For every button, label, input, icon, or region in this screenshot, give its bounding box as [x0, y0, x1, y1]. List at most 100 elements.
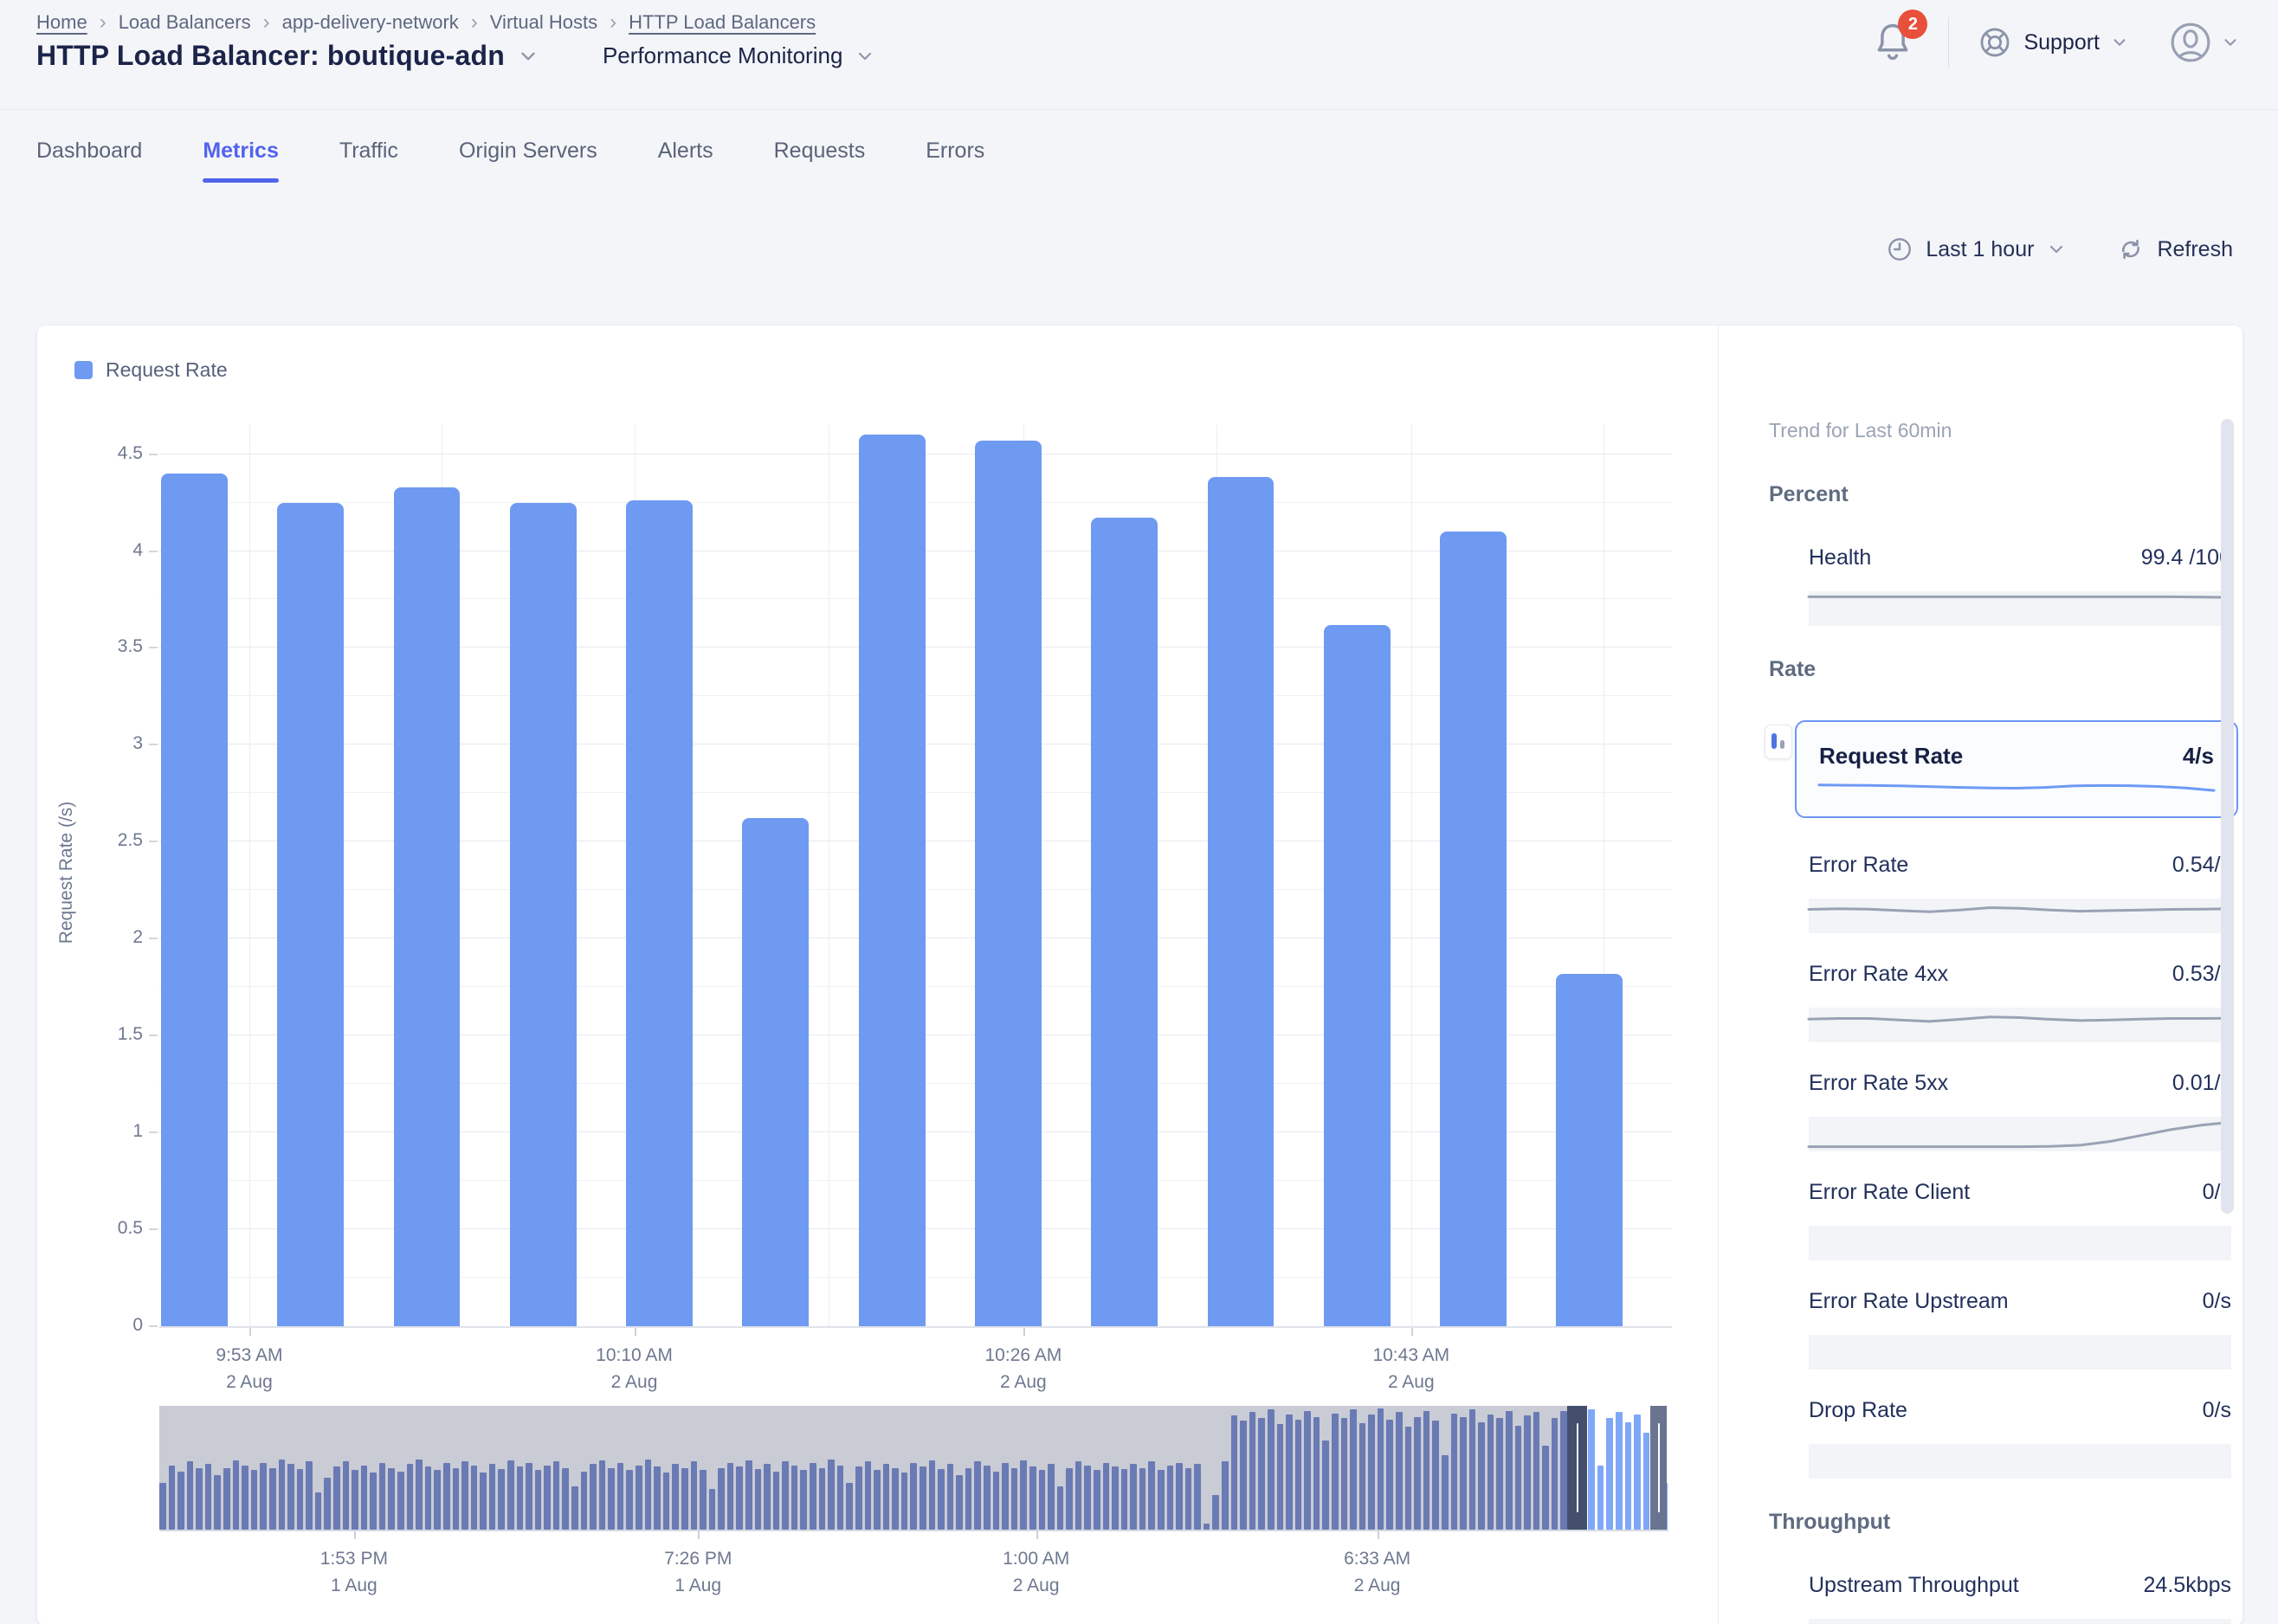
breadcrumb-separator-icon: ›	[471, 10, 478, 35]
minimap-tick-mark	[1036, 1531, 1038, 1539]
title-chevron-down-icon[interactable]	[517, 45, 539, 68]
chart-bar[interactable]	[394, 487, 461, 1326]
brush-handle-right[interactable]	[1650, 1406, 1667, 1530]
chart-bar[interactable]	[161, 474, 228, 1326]
metric-sparkline	[1809, 1008, 2231, 1042]
chart-bar[interactable]	[510, 503, 577, 1326]
sidebar-sections: PercentHealth99.4 /100RateRequest Rate4/…	[1769, 482, 2243, 1624]
support-label: Support	[2023, 30, 2100, 55]
tab-origin-servers[interactable]: Origin Servers	[459, 139, 597, 183]
metric-error-rate-client[interactable]: Error Rate Client0/s	[1809, 1180, 2231, 1260]
x-tick-label: 10:10 AM2 Aug	[596, 1342, 673, 1395]
tab-traffic[interactable]: Traffic	[339, 139, 398, 183]
metric-health[interactable]: Health99.4 /100	[1809, 545, 2231, 626]
refresh-icon	[2117, 235, 2145, 263]
view-selector-dropdown[interactable]: Performance Monitoring	[603, 42, 875, 69]
breadcrumb-item[interactable]: app-delivery-network	[282, 11, 459, 34]
minimap-bar	[1606, 1418, 1613, 1530]
y-tick-mark	[149, 647, 158, 648]
minimap-bar	[1616, 1412, 1623, 1530]
metric-spark-box	[1809, 591, 2231, 626]
y-tick-mark	[149, 744, 158, 745]
metric-upstream-throughput[interactable]: Upstream Throughput24.5kbps	[1809, 1573, 2231, 1624]
metric-error-rate[interactable]: Error Rate0.54/s	[1809, 853, 2231, 933]
metric-spark-box	[1809, 1619, 2231, 1624]
sidebar-scrollbar[interactable]	[2221, 419, 2234, 1214]
chart-bar[interactable]	[975, 441, 1042, 1326]
chart-bar[interactable]	[1091, 518, 1158, 1326]
metric-error-rate-upstream[interactable]: Error Rate Upstream 0/s	[1809, 1289, 2231, 1369]
tab-metrics[interactable]: Metrics	[203, 139, 279, 183]
metric-value: 0/s	[2203, 1289, 2231, 1314]
y-tick-mark	[149, 1228, 158, 1230]
metric-header: Error Rate Client0/s	[1809, 1180, 2231, 1205]
chart-bar[interactable]	[859, 435, 926, 1326]
metrics-card: Request Rate Request Rate (/s) 00.511.52…	[36, 325, 2243, 1624]
y-axis-ticks: 00.511.522.533.544.5	[65, 425, 143, 1326]
breadcrumb-item[interactable]: HTTP Load Balancers	[629, 11, 816, 34]
metric-spark-box	[1809, 1444, 2231, 1479]
minimap-unselected-overlay[interactable]	[159, 1406, 1567, 1530]
minimap-tick-label: 6:33 AM2 Aug	[1344, 1545, 1410, 1599]
minimap-axis-labels: 1:53 PM1 Aug7:26 PM1 Aug1:00 AM2 Aug6:33…	[159, 1531, 1668, 1609]
page-title: HTTP Load Balancer: boutique-adn	[36, 40, 505, 72]
metric-spark-box	[1819, 778, 2214, 808]
metric-drop-rate[interactable]: Drop Rate0/s	[1809, 1398, 2231, 1479]
breadcrumb-item[interactable]: Home	[36, 11, 87, 34]
metric-error-rate-5xx[interactable]: Error Rate 5xx0.01/s	[1809, 1071, 2231, 1151]
support-menu[interactable]: Support	[1977, 24, 2129, 61]
metric-value: 4/s	[2183, 743, 2214, 770]
notification-badge: 2	[1898, 10, 1927, 39]
x-tick-mark	[635, 1328, 636, 1336]
chart-bar[interactable]	[1440, 532, 1507, 1326]
legend-label: Request Rate	[106, 358, 228, 382]
refresh-button[interactable]: Refresh	[2117, 235, 2233, 263]
y-tick-mark	[149, 454, 158, 455]
tab-dashboard[interactable]: Dashboard	[36, 139, 142, 183]
metric-sparkline	[1809, 591, 2231, 626]
breadcrumb-item[interactable]: Load Balancers	[119, 11, 251, 34]
minimap-bar	[1643, 1433, 1650, 1530]
brush-handle-left[interactable]	[1567, 1406, 1587, 1530]
chart-bar[interactable]	[1208, 477, 1275, 1326]
minimap-tick-mark	[698, 1531, 700, 1539]
tab-alerts[interactable]: Alerts	[658, 139, 713, 183]
metric-request-rate[interactable]: Request Rate4/s	[1795, 720, 2238, 818]
y-tick-label: 2.5	[65, 830, 143, 851]
metric-error-rate-4xx[interactable]: Error Rate 4xx0.53/s	[1809, 962, 2231, 1042]
tab-requests[interactable]: Requests	[774, 139, 866, 183]
chart-legend[interactable]: Request Rate	[74, 358, 228, 382]
metric-name: Error Rate Client	[1809, 1180, 1970, 1205]
metric-sparkline	[1809, 1619, 2231, 1624]
metric-sparkline	[1819, 778, 2214, 808]
metric-header: Error Rate0.54/s	[1809, 853, 2231, 878]
metric-header: Upstream Throughput24.5kbps	[1809, 1573, 2231, 1598]
breadcrumb-item[interactable]: Virtual Hosts	[490, 11, 597, 34]
time-range-dropdown[interactable]: Last 1 hour	[1886, 235, 2067, 263]
y-tick-mark	[149, 1034, 158, 1036]
chart-bar[interactable]	[742, 818, 809, 1326]
bar-chart-icon-bar	[1780, 740, 1784, 749]
chart-bar[interactable]	[1556, 974, 1623, 1326]
minimap-tick-label: 1:00 AM2 Aug	[1003, 1545, 1069, 1599]
breadcrumb-separator-icon: ›	[263, 10, 270, 35]
trend-title: Trend for Last 60min	[1769, 419, 2243, 442]
tab-errors[interactable]: Errors	[926, 139, 984, 183]
minimap-bar	[1634, 1415, 1641, 1530]
minimap-tick-mark	[1378, 1531, 1379, 1539]
breadcrumb-separator-icon: ›	[610, 10, 616, 35]
notifications-button[interactable]: 2	[1870, 16, 1917, 68]
app-root: Home › Load Balancers › app-delivery-network…	[0, 0, 2278, 1624]
account-menu[interactable]	[2169, 21, 2240, 64]
chart-bar[interactable]	[277, 503, 344, 1326]
x-tick-label: 10:43 AM2 Aug	[1372, 1342, 1449, 1395]
chart-bar[interactable]	[626, 500, 693, 1326]
gridline-vertical	[249, 425, 250, 1326]
clock-icon	[1886, 235, 1913, 263]
y-tick-mark	[149, 1131, 158, 1133]
chart-bar[interactable]	[1324, 625, 1391, 1326]
chart-controls: Last 1 hour Refresh	[1886, 235, 2233, 263]
metric-sparkline	[1809, 1117, 2231, 1151]
account-chevron-down-icon	[2221, 33, 2240, 52]
metric-name: Error Rate Upstream	[1809, 1289, 2009, 1314]
